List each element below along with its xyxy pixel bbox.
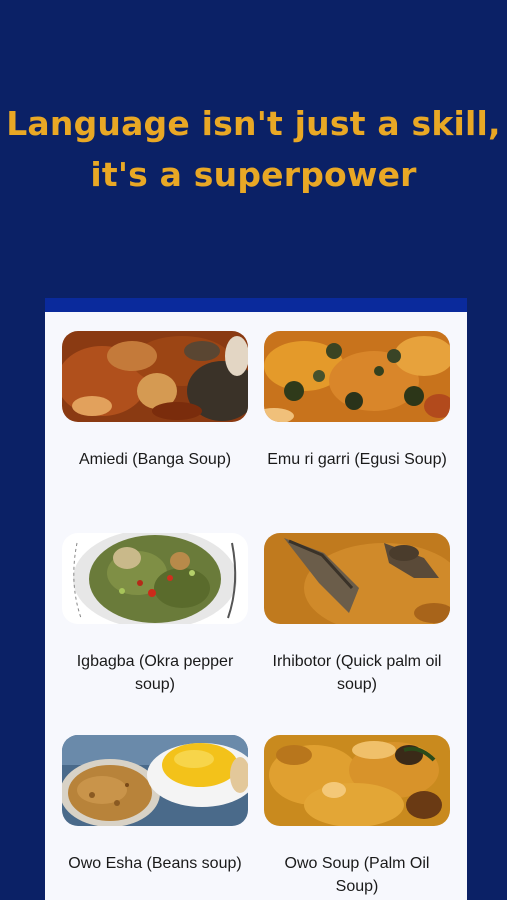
soup-item-irhibotor[interactable]: Irhibotor (Quick palm oil soup) [264,533,450,696]
palm-oil-fish-soup-image [264,533,450,624]
soup-item-banga[interactable]: Amiedi (Banga Soup) [62,331,248,471]
soup-name: Igbagba (Okra pepper soup) [76,653,234,693]
soup-name: Emu ri garri (Egusi Soup) [267,451,447,468]
egusi-soup-image [264,331,450,422]
soup-item-egusi[interactable]: Emu ri garri (Egusi Soup) [264,331,450,471]
headline: Language isn't just a skill, it's a supe… [0,98,507,200]
banga-soup-image [62,331,248,422]
soup-item-owo-esha[interactable]: Owo Esha (Beans soup) [62,735,248,875]
card-top-bar [45,298,467,312]
headline-line-2: it's a superpower [90,155,417,194]
beans-soup-image [62,735,248,826]
owo-soup-image [264,735,450,826]
okra-pepper-soup-image [62,533,248,624]
soup-name: Owo Esha (Beans soup) [68,855,242,872]
soup-name: Irhibotor (Quick palm oil soup) [272,653,442,693]
headline-line-1: Language isn't just a skill, [6,104,501,143]
soup-item-owo-soup[interactable]: Owo Soup (Palm Oil Soup) [264,735,450,898]
soup-name: Owo Soup (Palm Oil Soup) [284,855,430,895]
soup-card: Amiedi (Banga Soup) Emu ri garri (Egusi … [45,298,467,900]
soup-item-okra[interactable]: Igbagba (Okra pepper soup) [62,533,248,696]
soup-name: Amiedi (Banga Soup) [78,451,232,468]
